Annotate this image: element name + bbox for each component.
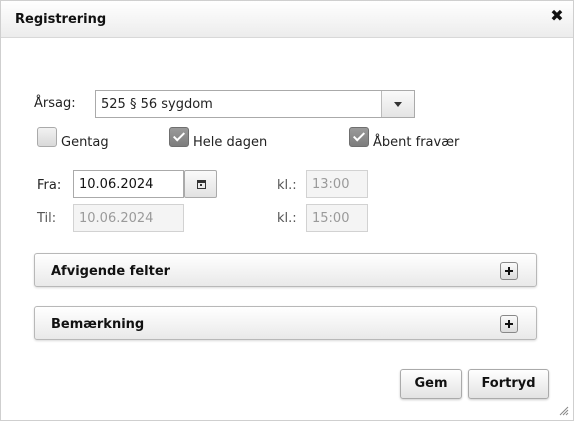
panel-title: Afvigende felter bbox=[51, 264, 171, 279]
deviating-fields-panel[interactable]: Afvigende felter bbox=[34, 253, 537, 287]
to-date-input: 10.06.2024 bbox=[73, 204, 184, 232]
reason-label: Årsag: bbox=[34, 96, 76, 111]
dialog-title: Registrering bbox=[15, 12, 107, 27]
from-label: Fra: bbox=[37, 178, 62, 193]
save-button[interactable]: Gem bbox=[400, 369, 462, 399]
to-time-label: kl.: bbox=[277, 211, 297, 226]
chevron-down-icon bbox=[394, 102, 402, 107]
all-day-checkbox[interactable] bbox=[169, 127, 189, 147]
dialog-titlebar: Registrering ✖ bbox=[1, 1, 573, 38]
reason-dropdown-button[interactable] bbox=[381, 91, 414, 117]
from-date-input[interactable]: 10.06.2024 bbox=[73, 170, 184, 198]
plus-icon[interactable] bbox=[500, 315, 518, 333]
from-time-label: kl.: bbox=[277, 178, 297, 193]
from-time-input: 13:00 bbox=[306, 170, 368, 198]
all-day-label: Hele dagen bbox=[193, 135, 268, 150]
plus-icon[interactable] bbox=[500, 262, 518, 280]
remark-panel[interactable]: Bemærkning bbox=[34, 306, 537, 340]
resize-grip-icon[interactable] bbox=[559, 406, 569, 416]
repeat-label: Gentag bbox=[61, 135, 109, 150]
open-absence-label: Åbent fravær bbox=[373, 135, 460, 150]
cancel-button[interactable]: Fortryd bbox=[468, 369, 549, 399]
registration-dialog: Registrering ✖ Årsag: 525 § 56 sygdom Ge… bbox=[0, 0, 574, 421]
checkmark-icon bbox=[172, 129, 186, 142]
to-time-input: 15:00 bbox=[306, 204, 368, 232]
checkmark-icon bbox=[352, 129, 366, 142]
reason-select[interactable]: 525 § 56 sygdom bbox=[95, 90, 415, 118]
to-label: Til: bbox=[37, 211, 57, 226]
calendar-icon bbox=[197, 180, 206, 189]
calendar-button[interactable] bbox=[184, 170, 217, 198]
open-absence-checkbox[interactable] bbox=[349, 127, 369, 147]
reason-value: 525 § 56 sygdom bbox=[101, 97, 213, 112]
close-icon[interactable]: ✖ bbox=[549, 7, 565, 25]
panel-title: Bemærkning bbox=[51, 317, 145, 332]
repeat-checkbox[interactable] bbox=[37, 127, 57, 147]
